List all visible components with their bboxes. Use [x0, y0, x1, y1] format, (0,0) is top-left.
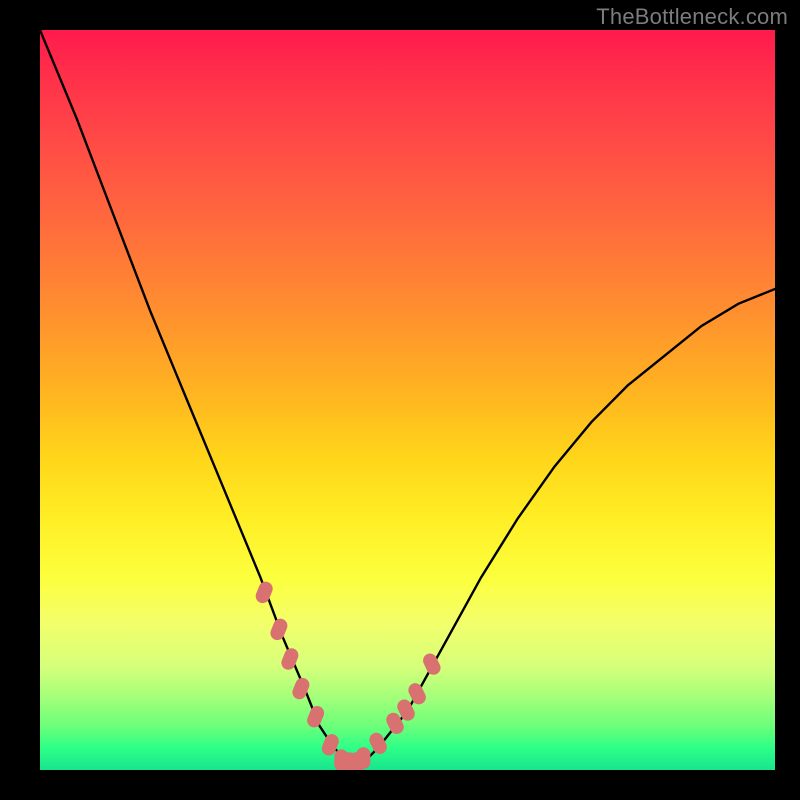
curve-marker — [268, 617, 289, 643]
curve-marker — [356, 747, 370, 769]
chart-frame: TheBottleneck.com — [0, 0, 800, 800]
curve-markers — [254, 580, 443, 770]
watermark-label: TheBottleneck.com — [596, 4, 788, 30]
curve-marker — [305, 704, 326, 730]
curve-layer — [40, 30, 775, 770]
curve-marker — [367, 730, 389, 756]
bottleneck-curve — [40, 30, 775, 763]
curve-marker — [254, 580, 275, 606]
plot-area — [40, 30, 775, 770]
curve-marker — [279, 646, 300, 672]
